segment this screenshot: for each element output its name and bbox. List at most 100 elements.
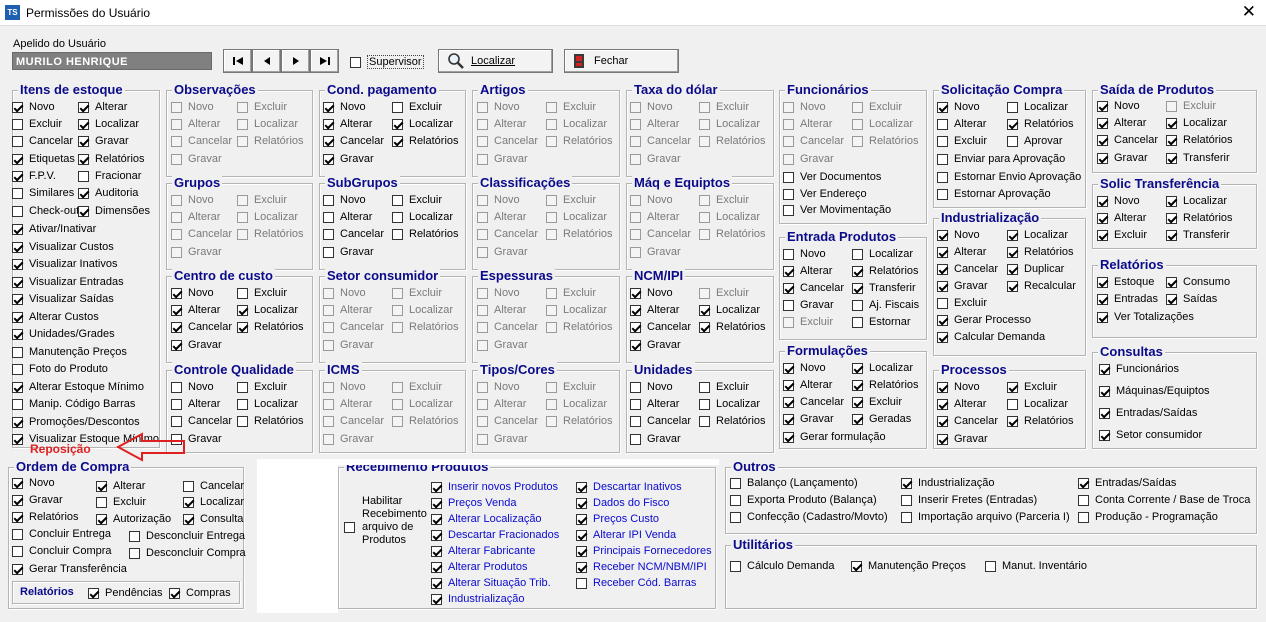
localizar-checkbox[interactable]: Localizar xyxy=(699,303,760,317)
cancelar-checkbox[interactable]: Cancelar xyxy=(630,320,691,334)
relatorios-checkbox[interactable]: Relatórios xyxy=(392,227,459,241)
excluir-checkbox[interactable]: Excluir xyxy=(699,100,749,114)
promocoes-descontos-checkbox[interactable]: Promoções/Descontos xyxy=(12,415,140,429)
alterar-checkbox[interactable]: Alterar xyxy=(937,245,986,259)
cancelar-checkbox[interactable]: Cancelar xyxy=(477,414,538,428)
cancelar-checkbox[interactable]: Cancelar xyxy=(171,134,232,148)
manutencao-precos-checkbox[interactable]: Manutenção Preços xyxy=(851,559,966,573)
ver-endereco-checkbox[interactable]: Ver Endereço xyxy=(783,187,867,201)
excluir-checkbox[interactable]: Excluir xyxy=(392,380,442,394)
pendencias-checkbox[interactable]: Pendências xyxy=(88,586,163,600)
gerar-processo-checkbox[interactable]: Gerar Processo xyxy=(937,313,1031,327)
localizar-checkbox[interactable]: Localizar xyxy=(852,117,913,131)
novo-checkbox[interactable]: Novo xyxy=(937,380,980,394)
localizar-checkbox[interactable]: Localizar xyxy=(699,397,760,411)
localizar-checkbox[interactable]: Localizar xyxy=(546,117,607,131)
localizar-checkbox[interactable]: Localizar xyxy=(546,397,607,411)
alterar-ipi-venda-checkbox[interactable]: Alterar IPI Venda xyxy=(576,528,676,542)
relatorios-checkbox[interactable]: Relatórios xyxy=(546,227,613,241)
cancelar-checkbox[interactable]: Cancelar xyxy=(323,227,384,241)
novo-checkbox[interactable]: Novo xyxy=(630,286,673,300)
gravar-checkbox[interactable]: Gravar xyxy=(323,152,374,166)
cancelar-checkbox[interactable]: Cancelar xyxy=(183,479,244,493)
alterar-checkbox[interactable]: Alterar xyxy=(783,264,832,278)
inserir-novos-produtos-checkbox[interactable]: Inserir novos Produtos xyxy=(431,480,558,494)
manut-inventario-checkbox[interactable]: Manut. Inventário xyxy=(985,559,1087,573)
novo-checkbox[interactable]: Novo xyxy=(171,100,214,114)
relatorios-checkbox[interactable]: Relatórios xyxy=(1166,133,1233,147)
gravar-checkbox[interactable]: Gravar xyxy=(630,245,681,259)
transferir-checkbox[interactable]: Transferir xyxy=(1166,228,1230,242)
saidas-checkbox[interactable]: Saídas xyxy=(1166,292,1217,306)
relatorios-checkbox[interactable]: Relatórios xyxy=(78,152,145,166)
localizar-checkbox[interactable]: Localizar xyxy=(237,303,298,317)
alterar-checkbox[interactable]: Alterar xyxy=(630,210,679,224)
gravar-checkbox[interactable]: Gravar xyxy=(630,338,681,352)
novo-checkbox[interactable]: Novo xyxy=(477,193,520,207)
relatorios-checkbox[interactable]: Relatórios xyxy=(237,227,304,241)
relatorios-checkbox[interactable]: Relatórios xyxy=(699,134,766,148)
novo-checkbox[interactable]: Novo xyxy=(323,286,366,300)
alterar-checkbox[interactable]: Alterar xyxy=(323,397,372,411)
last-record-button[interactable] xyxy=(310,49,339,73)
localizar-checkbox[interactable]: Localizar xyxy=(1007,397,1068,411)
cancelar-checkbox[interactable]: Cancelar xyxy=(477,320,538,334)
gravar-checkbox[interactable]: Gravar xyxy=(477,338,528,352)
excluir-checkbox[interactable]: Excluir xyxy=(783,315,833,329)
relatorios-checkbox[interactable]: Relatórios xyxy=(852,378,919,392)
novo-checkbox[interactable]: Novo xyxy=(630,100,673,114)
localizar-checkbox[interactable]: Localizar xyxy=(546,303,607,317)
relatorios-checkbox[interactable]: Relatórios xyxy=(699,320,766,334)
duplicar-checkbox[interactable]: Duplicar xyxy=(1007,262,1064,276)
localizar-checkbox[interactable]: Localizar xyxy=(1007,228,1068,242)
relatorios-checkbox[interactable]: Relatórios xyxy=(1007,245,1074,259)
gravar-checkbox[interactable]: Gravar xyxy=(171,338,222,352)
importacao-arquivo-parceria-i-checkbox[interactable]: Importação arquivo (Parceria I) xyxy=(901,510,1070,524)
desconcluir-entrega-checkbox[interactable]: Desconcluir Entrega xyxy=(129,529,245,543)
cancelar-checkbox[interactable]: Cancelar xyxy=(630,134,691,148)
exporta-produto-balanca-checkbox[interactable]: Exporta Produto (Balança) xyxy=(730,493,877,507)
receber-cod-barras-checkbox[interactable]: Receber Cód. Barras xyxy=(576,576,696,590)
novo-checkbox[interactable]: Novo xyxy=(477,380,520,394)
relatorios-checkbox[interactable]: Relatórios xyxy=(237,134,304,148)
gravar-checkbox[interactable]: Gravar xyxy=(1097,151,1148,165)
supervisor-checkbox[interactable]: Supervisor xyxy=(350,55,424,69)
cancelar-checkbox[interactable]: Cancelar xyxy=(171,227,232,241)
visualizar-inativos-checkbox[interactable]: Visualizar Inativos xyxy=(12,257,117,271)
excluir-checkbox[interactable]: Excluir xyxy=(1007,380,1057,394)
industrializacao-checkbox[interactable]: Industrialização xyxy=(431,592,524,606)
novo-checkbox[interactable]: Novo xyxy=(171,286,214,300)
gerar-transferencia-checkbox[interactable]: Gerar Transferência xyxy=(12,562,127,576)
entradas-saidas-checkbox[interactable]: Entradas/Saídas xyxy=(1099,406,1197,420)
novo-checkbox[interactable]: Novo xyxy=(12,100,55,114)
alterar-fabricante-checkbox[interactable]: Alterar Fabricante xyxy=(431,544,535,558)
gravar-checkbox[interactable]: Gravar xyxy=(323,432,374,446)
cancelar-checkbox[interactable]: Cancelar xyxy=(937,414,998,428)
entradas-checkbox[interactable]: Entradas xyxy=(1097,292,1158,306)
localizar-checkbox[interactable]: Localizar xyxy=(183,495,244,509)
localizar-checkbox[interactable]: Localizar xyxy=(546,210,607,224)
cancelar-checkbox[interactable]: Cancelar xyxy=(630,227,691,241)
alterar-custos-checkbox[interactable]: Alterar Custos xyxy=(12,310,99,324)
transferir-checkbox[interactable]: Transferir xyxy=(1166,151,1230,165)
cancelar-checkbox[interactable]: Cancelar xyxy=(1097,133,1158,147)
cancelar-checkbox[interactable]: Cancelar xyxy=(171,320,232,334)
relatorios-checkbox[interactable]: Relatórios xyxy=(546,414,613,428)
maquinas-equiptos-checkbox[interactable]: Máquinas/Equiptos xyxy=(1099,384,1210,398)
excluir-checkbox[interactable]: Excluir xyxy=(1166,99,1216,113)
alterar-checkbox[interactable]: Alterar xyxy=(477,117,526,131)
novo-checkbox[interactable]: Novo xyxy=(171,193,214,207)
foto-do-produto-checkbox[interactable]: Foto do Produto xyxy=(12,362,108,376)
novo-checkbox[interactable]: Novo xyxy=(630,193,673,207)
novo-checkbox[interactable]: Novo xyxy=(477,100,520,114)
alterar-checkbox[interactable]: Alterar xyxy=(171,397,220,411)
estornar-envio-aprovacao-checkbox[interactable]: Estornar Envio Aprovação xyxy=(937,170,1081,184)
gravar-checkbox[interactable]: Gravar xyxy=(630,432,681,446)
calcular-demanda-checkbox[interactable]: Calcular Demanda xyxy=(937,330,1045,344)
cancelar-checkbox[interactable]: Cancelar xyxy=(630,414,691,428)
ver-totalizacoes-checkbox[interactable]: Ver Totalizações xyxy=(1097,310,1194,324)
auditoria-checkbox[interactable]: Auditoria xyxy=(78,186,138,200)
check-out-checkbox[interactable]: Check-out xyxy=(12,204,79,218)
inserir-fretes-entradas-checkbox[interactable]: Inserir Fretes (Entradas) xyxy=(901,493,1037,507)
cancelar-checkbox[interactable]: Cancelar xyxy=(783,134,844,148)
